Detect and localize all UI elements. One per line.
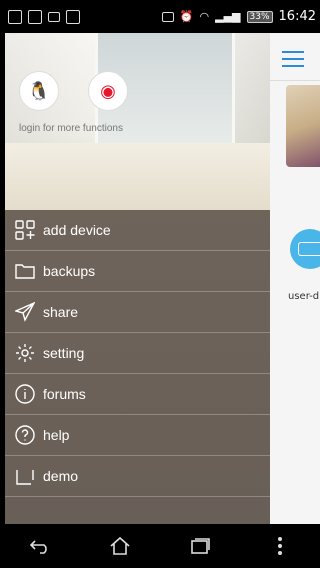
recent-apps-button[interactable] (180, 531, 220, 561)
menu-icon[interactable] (282, 51, 304, 67)
system-nav-bar (0, 524, 320, 568)
login-hint: login for more functions (19, 123, 123, 134)
device-icon[interactable] (290, 229, 320, 269)
clock: 16:42 (278, 9, 316, 24)
header-divider (270, 80, 320, 81)
menu-item-forums[interactable]: forums (5, 374, 270, 415)
chat-icon (48, 11, 60, 22)
drawer-menu: add device backups share setting forums (5, 210, 270, 524)
main-content: user-d (270, 33, 320, 524)
menu-item-setting[interactable]: setting (5, 333, 270, 374)
gallery-icon (8, 9, 22, 24)
navigation-drawer: 🐧 ◉ login for more functions add device … (5, 33, 270, 524)
add-device-icon (14, 219, 36, 241)
demo-icon (14, 465, 36, 487)
folder-icon (14, 260, 36, 282)
send-icon (14, 301, 36, 323)
menu-item-label: setting (43, 345, 85, 361)
header-background-sofa (5, 143, 270, 210)
question-icon (14, 424, 36, 446)
device-label: user-d (288, 291, 320, 302)
tty-icon (161, 11, 174, 22)
info-icon (14, 383, 36, 405)
clipboard-icon (66, 9, 80, 24)
system-icons: ⏰ ◠ ▂▄▆ 33% 16:42 (161, 9, 320, 24)
photo-thumbnail[interactable] (286, 85, 320, 167)
notification-icons (0, 9, 80, 24)
menu-item-label: help (43, 427, 70, 443)
wifi-icon: ◠ (199, 10, 210, 23)
home-button[interactable] (100, 531, 140, 561)
menu-item-add-device[interactable]: add device (5, 210, 270, 251)
menu-item-backups[interactable]: backups (5, 251, 270, 292)
status-bar: ⏰ ◠ ▂▄▆ 33% 16:42 (0, 0, 320, 33)
back-button[interactable] (20, 531, 60, 561)
menu-item-label: backups (43, 263, 96, 279)
qq-login-icon[interactable]: 🐧 (19, 71, 59, 111)
gear-icon (14, 342, 36, 364)
overflow-menu-button[interactable] (260, 531, 300, 561)
weibo-login-icon[interactable]: ◉ (88, 71, 128, 111)
menu-item-demo[interactable]: demo (5, 456, 270, 497)
menu-item-label: forums (43, 386, 86, 402)
menu-item-help[interactable]: help (5, 415, 270, 456)
battery-level: 33% (246, 10, 273, 23)
menu-item-label: demo (43, 468, 79, 484)
menu-item-share[interactable]: share (5, 292, 270, 333)
signal-icon: ▂▄▆ (215, 10, 241, 23)
alarm-icon: ⏰ (179, 10, 194, 23)
menu-item-label: share (43, 304, 79, 320)
drawer-header: 🐧 ◉ login for more functions (5, 33, 270, 210)
menu-item-label: add device (43, 222, 111, 238)
facebook-icon (28, 9, 42, 24)
